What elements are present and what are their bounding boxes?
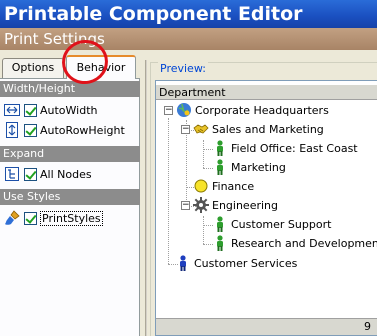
preview-label: Preview: <box>158 62 208 75</box>
printstyles-checkbox[interactable] <box>24 211 37 225</box>
autorowheight-label: AutoRowHeight <box>40 123 125 137</box>
autorowheight-checkbox[interactable] <box>24 123 37 137</box>
tree-node-label: Customer Services <box>194 256 298 270</box>
green-person-icon <box>212 235 228 251</box>
autowidth-checkbox[interactable] <box>24 103 37 117</box>
option-row-printstyles: PrintStyles <box>4 209 103 227</box>
section-title: Print Settings <box>0 28 377 50</box>
printstyles-label: PrintStyles <box>40 210 103 226</box>
tab-options[interactable]: Options <box>2 58 64 78</box>
tree-node-field-office-east-coast[interactable]: Field Office: East Coast <box>212 139 358 157</box>
globe-person-icon <box>176 102 192 118</box>
autorowheight-icon <box>4 122 20 138</box>
tree-node-marketing[interactable]: Marketing <box>212 158 286 176</box>
tree-node-label: Corporate Headquarters <box>195 103 329 117</box>
autowidth-label: AutoWidth <box>40 103 98 117</box>
tree-node-corporate-headquarters[interactable]: − Corporate Headquarters <box>164 101 329 119</box>
tree-node-customer-support[interactable]: Customer Support <box>212 215 331 233</box>
tree-node-label: Engineering <box>212 198 278 212</box>
option-row-all-nodes: All Nodes <box>4 165 92 183</box>
tree-line-sales-children <box>203 140 204 168</box>
all-nodes-checkbox[interactable] <box>24 167 37 181</box>
tab-behavior[interactable]: Behavior <box>66 55 136 79</box>
tree-line-eng-children <box>203 216 204 244</box>
green-person-icon <box>212 216 228 232</box>
panel-splitter[interactable] <box>145 60 147 336</box>
column-header-department[interactable]: Department <box>156 84 377 100</box>
paint-brush-icon <box>4 210 20 226</box>
collapse-toggle[interactable]: − <box>164 105 173 115</box>
green-person-icon <box>212 159 228 175</box>
tree-node-label: Customer Support <box>231 217 332 231</box>
tree-node-label: Research and Development <box>231 236 377 250</box>
tree-node-research-and-development[interactable]: Research and Development <box>212 234 377 252</box>
blue-person-icon <box>175 255 191 271</box>
gear-icon <box>193 197 209 213</box>
green-person-icon <box>212 140 228 156</box>
group-header-use-styles: Use Styles <box>0 189 140 205</box>
yellow-circle-icon <box>193 178 209 194</box>
group-header-width-height: Width/Height <box>0 81 140 97</box>
tree-node-label: Sales and Marketing <box>212 122 324 136</box>
autowidth-icon <box>4 102 20 118</box>
tree-node-label: Field Office: East Coast <box>231 141 358 155</box>
group-header-expand: Expand <box>0 146 140 162</box>
tree-line-root <box>168 118 169 264</box>
option-row-autowidth: AutoWidth <box>4 101 98 119</box>
tree-node-finance[interactable]: Finance <box>193 177 254 195</box>
all-nodes-label: All Nodes <box>40 167 92 181</box>
tree-node-sales-and-marketing[interactable]: − Sales and Marketing <box>181 120 324 138</box>
collapse-toggle[interactable]: − <box>181 200 190 210</box>
option-row-autorowheight: AutoRowHeight <box>4 121 125 139</box>
summary-footer: 9 <box>156 318 377 335</box>
collapse-toggle[interactable]: − <box>181 124 190 134</box>
handshake-icon <box>193 121 209 137</box>
app-title: Printable Component Editor <box>0 0 377 28</box>
behavior-options-panel: Width/Height AutoWidth AutoRowHeight Exp… <box>0 78 140 336</box>
tree-node-label: Finance <box>212 179 255 193</box>
tree-node-engineering[interactable]: − Engineering <box>181 196 278 214</box>
tree-node-label: Marketing <box>231 160 286 174</box>
tree-node-customer-services[interactable]: Customer Services <box>175 254 297 272</box>
tree-nodes-icon <box>4 166 20 182</box>
